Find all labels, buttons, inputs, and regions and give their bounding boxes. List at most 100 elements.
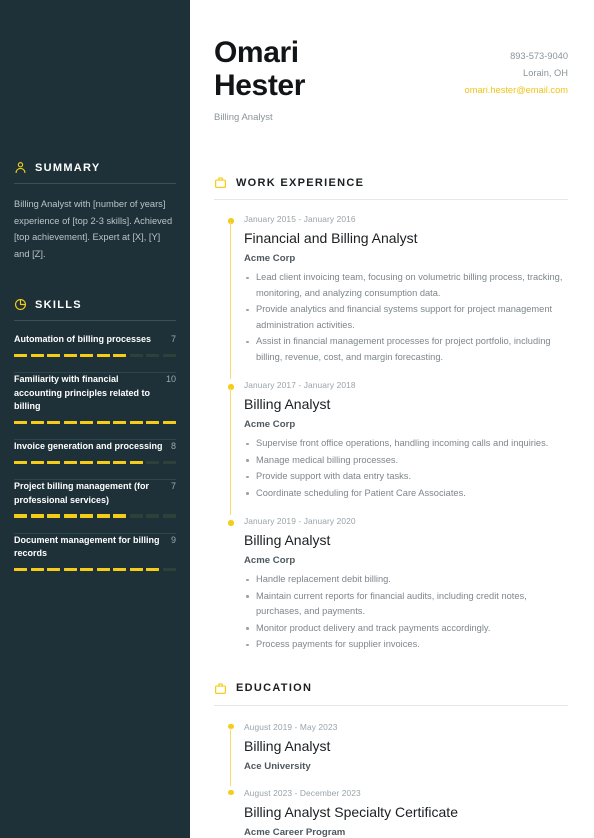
skill-name: Automation of billing processes	[14, 334, 152, 344]
skill-rating-dash	[30, 514, 44, 518]
resume-header: Omari Hester Billing Analyst 893-573-904…	[214, 22, 568, 123]
skill-rating-dash	[80, 420, 94, 424]
briefcase-icon	[214, 176, 227, 189]
timeline-entry: August 2023 - December 2023 Billing Analy…	[228, 772, 568, 838]
skill-rating-dash	[113, 460, 127, 464]
location: Lorain, OH	[523, 68, 568, 78]
last-name: Hester	[214, 69, 305, 102]
skill-rating-dash	[146, 514, 160, 518]
skill-name: Familiarity with financial accounting pr…	[14, 374, 151, 411]
skill-item: Document management for billing records 9	[14, 534, 176, 579]
entry-bullet-list: Supervise front office operations, handl…	[244, 436, 568, 501]
skill-rating-dash	[162, 567, 176, 571]
skill-rating-bar	[14, 567, 176, 571]
sidebar: SUMMARY Billing Analyst with [number of …	[0, 0, 190, 838]
skill-rating-dash	[80, 353, 94, 357]
skill-rating-dash	[146, 420, 160, 424]
skill-rating-dash	[162, 353, 176, 357]
skill-name: Project billing management (for professi…	[14, 481, 150, 505]
user-icon	[14, 161, 27, 174]
contact-block: 893-573-9040 Lorain, OH omari.hester@ema…	[465, 36, 568, 99]
entry-title: Billing Analyst Specialty Certificate	[244, 803, 458, 820]
skill-rating-bar	[14, 420, 176, 424]
education-title: EDUCATION	[236, 682, 313, 694]
skill-rating-dash	[80, 460, 94, 464]
skill-score: 10	[165, 374, 176, 384]
skill-rating-dash	[113, 420, 127, 424]
skill-rating-dash	[146, 353, 160, 357]
entry-title: Billing Analyst	[244, 737, 331, 754]
section-education: EDUCATION August 2019 - May 2023 Billing …	[214, 682, 568, 838]
entry-organization: Ace University	[244, 760, 311, 772]
skill-rating-bar	[14, 353, 176, 357]
skill-score: 7	[170, 481, 176, 491]
timeline-entry: January 2015 - January 2016 Financial and…	[228, 200, 568, 379]
job-title: Billing Analyst	[214, 112, 273, 123]
skill-rating-dash	[96, 353, 110, 357]
skill-rating-dash	[129, 514, 143, 518]
skill-rating-dash	[63, 460, 77, 464]
summary-header: SUMMARY	[14, 161, 176, 174]
entry-date: January 2015 - January 2016	[244, 214, 356, 224]
entry-bullet: Process payments for supplier invoices.	[244, 637, 568, 653]
timeline-entry: January 2019 - January 2020 Billing Analy…	[228, 502, 568, 653]
work-experience-header: WORK EXPERIENCE	[214, 176, 568, 189]
entry-organization: Acme Corp	[244, 555, 296, 566]
section-work-experience: WORK EXPERIENCE January 2015 - January 2…	[214, 176, 568, 653]
skill-score: 9	[170, 534, 176, 545]
skill-rating-dash	[96, 567, 110, 571]
skill-rating-dash	[146, 567, 160, 571]
entry-bullet: Maintain current reports for financial a…	[244, 589, 568, 620]
skill-row: Project billing management (for professi…	[14, 480, 176, 507]
skill-rating-dash	[47, 567, 61, 571]
entry-date: January 2017 - January 2018	[244, 380, 356, 390]
entry-bullet-list: Lead client invoicing team, focusing on …	[244, 270, 568, 365]
skill-name: Document management for billing records	[14, 534, 160, 559]
skill-rating-dash	[113, 353, 127, 357]
skill-rating-dash	[14, 353, 28, 357]
skill-rating-dash	[96, 460, 110, 464]
skill-item: Familiarity with financial accounting pr…	[14, 373, 176, 431]
skill-row: Automation of billing processes 7	[14, 333, 176, 347]
skill-rating-dash	[30, 420, 44, 424]
skill-rating-bar	[14, 460, 176, 464]
first-name: Omari	[214, 36, 299, 69]
skill-rating-dash	[30, 353, 44, 357]
skill-rating-dash	[63, 514, 77, 518]
work-experience-list: January 2015 - January 2016 Financial and…	[214, 200, 568, 653]
skills-list: Automation of billing processes 7 Familiar…	[14, 333, 176, 578]
entry-organization: Acme Career Program	[244, 826, 346, 838]
skill-rating-dash	[14, 460, 28, 464]
entry-date: August 2019 - May 2023	[244, 721, 338, 732]
entry-title: Billing Analyst	[244, 396, 331, 412]
summary-divider	[14, 183, 176, 184]
skill-row: Document management for billing records 9	[14, 534, 176, 561]
email-address[interactable]: omari.hester@email.com	[465, 82, 568, 99]
entry-organization: Acme Corp	[244, 253, 296, 264]
entry-bullet-list: Handle replacement debit billing. Maintai…	[244, 572, 568, 653]
phone-number: 893-573-9040	[510, 51, 568, 61]
entry-bullet: Coordinate scheduling for Patient Care A…	[244, 486, 568, 502]
skill-item: Automation of billing processes 7	[14, 333, 176, 364]
skill-rating-dash	[14, 567, 28, 571]
identity-block: Omari Hester Billing Analyst	[214, 36, 305, 123]
work-experience-title: WORK EXPERIENCE	[236, 176, 365, 189]
skill-rating-dash	[14, 420, 28, 424]
skill-rating-dash	[63, 567, 77, 571]
timeline-entry: January 2017 - January 2018 Billing Analy…	[228, 366, 568, 515]
skill-rating-dash	[14, 514, 28, 518]
skills-title: SKILLS	[35, 298, 82, 311]
skill-rating-dash	[129, 567, 143, 571]
skill-rating-dash	[96, 420, 110, 424]
skill-rating-dash	[129, 420, 143, 424]
skill-item: Invoice generation and processing 8	[14, 440, 176, 471]
entry-bullet: Lead client invoicing team, focusing on …	[244, 270, 568, 301]
entry-bullet: Handle replacement debit billing.	[244, 572, 568, 588]
sidebar-section-skills: SKILLS Automation of billing processes 7 F…	[14, 262, 176, 578]
entry-bullet: Provide analytics and financial systems …	[244, 302, 568, 333]
skill-score: 8	[170, 441, 176, 451]
skill-rating-dash	[162, 460, 176, 464]
skills-divider	[14, 320, 176, 321]
skill-rating-dash	[63, 353, 77, 357]
pie-chart-icon	[14, 298, 27, 311]
